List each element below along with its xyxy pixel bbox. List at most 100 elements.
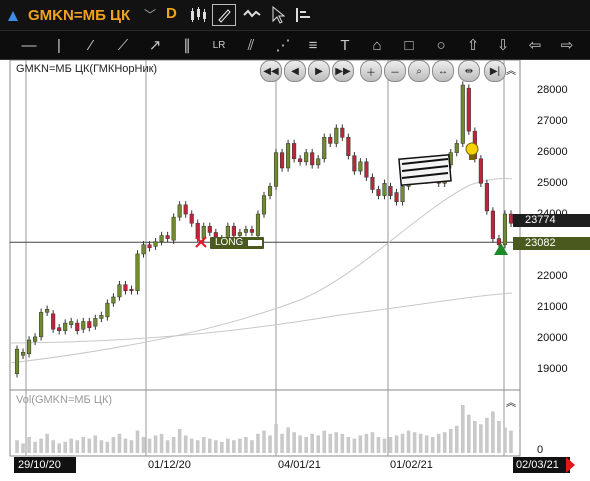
volume-bar — [183, 435, 188, 453]
zoom-in-icon[interactable]: ＋ — [360, 60, 382, 82]
volume-bar — [262, 430, 266, 453]
volume-bar — [177, 429, 182, 453]
candle-body — [310, 152, 315, 166]
x-tick: 01/02/21 — [390, 459, 433, 471]
candle-body — [388, 186, 393, 196]
instrument-title: GMKN=МБ ЦК(ГМКНорНик) — [16, 63, 158, 75]
label-tool-icon[interactable]: ⌂ — [364, 33, 390, 57]
zoom-out-icon[interactable]: － — [384, 60, 406, 82]
collapse-up-icon[interactable]: ︽ — [506, 62, 516, 77]
arrow-right-tool-icon[interactable]: ⇨ — [554, 33, 580, 57]
volume-bar — [147, 438, 152, 453]
rewind-fast-icon[interactable]: ◀◀ — [260, 60, 282, 82]
candle-body — [75, 322, 80, 331]
compress-icon[interactable]: ⇹ — [458, 60, 480, 82]
candle-body — [237, 232, 242, 236]
rectangle-tool-icon[interactable]: □ — [396, 33, 422, 57]
volume-bar — [286, 427, 290, 453]
volume-bar — [274, 424, 278, 453]
forward-icon[interactable]: ▶ — [308, 60, 330, 82]
volume-bar — [358, 435, 363, 453]
volume-title: Vol(GMKN=МБ ЦК) — [16, 394, 113, 406]
chevron-down-icon[interactable]: ﹀ — [144, 6, 156, 23]
volume-bar — [201, 437, 206, 453]
volume-bar — [394, 435, 399, 453]
candle-body — [33, 336, 38, 342]
forward-fast-icon[interactable]: ▶▶ — [332, 60, 354, 82]
interval-selector[interactable]: D — [166, 5, 177, 22]
y-tick: 19000 — [537, 363, 568, 375]
volume-bar — [460, 405, 465, 453]
volume-collapse-up-icon[interactable]: ︽ — [506, 394, 516, 409]
candle-body — [286, 143, 291, 169]
rewind-icon[interactable]: ◀ — [284, 60, 306, 82]
candle-body — [370, 176, 375, 190]
volume-bar — [424, 435, 429, 453]
volume-bar — [171, 437, 176, 453]
ellipse-tool-icon[interactable]: ○ — [428, 33, 454, 57]
volume-bar — [51, 440, 55, 453]
candle-body — [81, 321, 86, 330]
arrow-line-icon[interactable]: ↗ — [142, 33, 168, 57]
cursor-icon[interactable] — [268, 4, 288, 26]
price-chart[interactable] — [0, 60, 590, 481]
volume-bar — [129, 440, 134, 453]
drawn-channel[interactable] — [398, 154, 452, 186]
levels-icon[interactable]: ≡ — [300, 33, 326, 57]
candle-body — [292, 143, 297, 160]
goto-end-icon[interactable]: ▶| — [484, 60, 506, 82]
volume-bar — [244, 437, 248, 453]
horizontal-line-icon[interactable]: — — [16, 33, 42, 57]
y-tick: 21000 — [537, 301, 568, 313]
candle-body — [466, 87, 471, 132]
volume-bar — [39, 438, 43, 453]
candle-body — [117, 284, 122, 298]
text-tool-icon[interactable]: T — [332, 33, 358, 57]
candle-body — [400, 186, 405, 203]
vertical-line-icon[interactable]: | — [46, 33, 72, 57]
ray-icon[interactable]: ⟋ — [110, 33, 136, 57]
volume-bar — [436, 433, 441, 453]
arrow-left-tool-icon[interactable]: ⇦ — [522, 33, 548, 57]
triangle-up-icon — [8, 11, 18, 21]
candle-body — [364, 161, 369, 178]
x-tick: 04/01/21 — [278, 459, 321, 471]
indicator-icon[interactable] — [240, 4, 264, 26]
fit-width-icon[interactable]: ↔ — [432, 60, 454, 82]
scroll-right-icon[interactable] — [566, 457, 575, 473]
candle-body — [207, 226, 212, 233]
candlestick-icon[interactable] — [186, 4, 210, 26]
candle-body — [87, 321, 92, 328]
volume-bar — [268, 435, 272, 453]
trend-line-icon[interactable]: ⁄ — [78, 33, 104, 57]
volume-bar — [87, 438, 92, 453]
candle-body — [135, 253, 140, 292]
candle-body — [20, 351, 26, 356]
y-tick: 26000 — [537, 146, 568, 158]
volume-bar — [503, 427, 507, 453]
instrument-label: GMKN=МБ ЦК — [28, 6, 131, 24]
arrow-down-tool-icon[interactable]: ⇩ — [490, 33, 516, 57]
candle-body — [328, 137, 333, 144]
candle-body — [51, 313, 56, 330]
layout-icon[interactable] — [292, 4, 314, 26]
top-toolbar: GMKN=МБ ЦК ﹀ D — [0, 0, 590, 31]
volume-bar — [509, 430, 513, 453]
search-icon[interactable]: ⌕ — [408, 60, 430, 82]
instrument-selector[interactable]: GMKN=МБ ЦК — [28, 6, 130, 24]
candle-body — [304, 152, 309, 163]
volume-bar — [195, 440, 200, 453]
volume-bar — [99, 440, 104, 453]
y-tick: 27000 — [537, 115, 568, 127]
volume-bar — [485, 417, 489, 453]
candle-body — [249, 229, 255, 233]
fan-icon[interactable]: ⋰ — [270, 33, 296, 57]
candle-body — [69, 321, 74, 325]
volume-bar — [328, 433, 333, 453]
parallel-channel-icon[interactable]: ∥ — [174, 33, 200, 57]
linear-regression-icon[interactable]: LR — [206, 33, 232, 57]
draw-mode-icon[interactable] — [212, 4, 236, 26]
candle-body — [273, 152, 279, 187]
arrow-up-tool-icon[interactable]: ⇧ — [460, 33, 486, 57]
fibonacci-icon[interactable]: ⫽ — [238, 33, 264, 57]
